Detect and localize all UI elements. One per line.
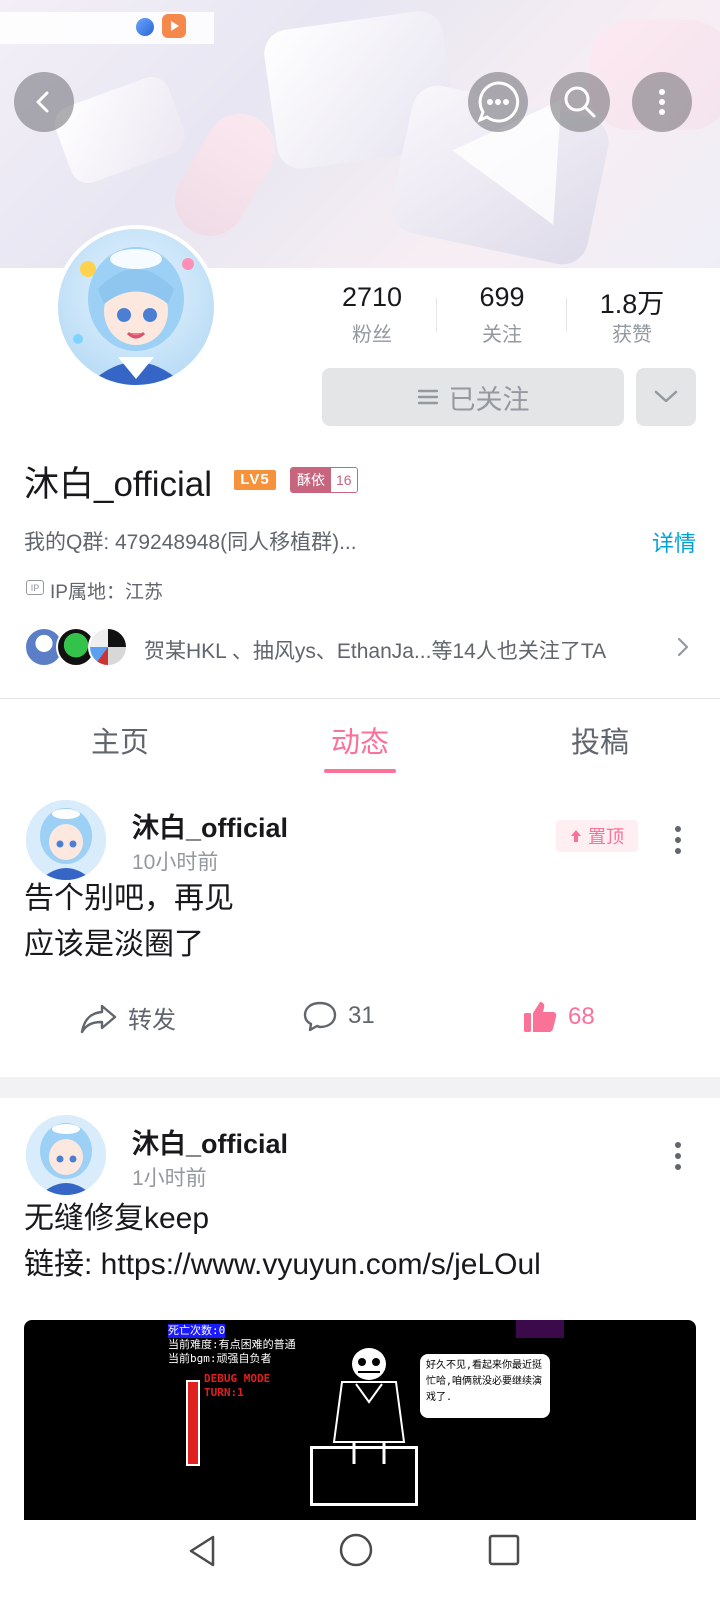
ip-location: IP属地：江苏 [50,582,163,603]
tab-uploads[interactable]: 投稿 [530,719,670,761]
follow-options-button[interactable] [636,368,696,426]
back-button[interactable] [14,72,74,132]
comment-count: 31 [348,1002,375,1029]
profile-name: 沐白_official [24,465,213,504]
game-deaths: 死亡次数:0 [168,1324,226,1338]
likes-count: 1.8万 [599,289,665,319]
message-bubble-icon [477,81,520,123]
status-bar-area [0,12,214,44]
game-turn: TURN:1 [204,1386,244,1399]
nav-home-icon[interactable] [338,1532,374,1568]
stat-divider [436,298,437,332]
pinned-badge: 置顶 [556,820,638,852]
medal-name: 酥依 [291,468,331,492]
post-content: 告个别吧，再见 应该是淡圈了 [24,882,234,961]
profile-tabs: 主页 动态 投稿 [0,698,720,778]
post-time: 1小时前 [132,1167,207,1190]
like-count: 68 [568,1003,595,1030]
post-author-name[interactable]: 沐白_official [132,806,288,845]
nav-recents-icon[interactable] [488,1534,520,1566]
tab-home[interactable]: 主页 [50,719,190,761]
search-button[interactable] [550,72,610,132]
ip-icon: IP [26,580,44,595]
game-bgm: 当前bgm:顽强自负者 [168,1352,272,1365]
video-app-notification-icon [162,14,186,38]
followers-count[interactable]: 2710 [312,282,432,313]
chevron-right-icon[interactable] [676,636,690,658]
system-nav-bar [0,1520,720,1600]
mutual-follower-avatar[interactable] [88,627,128,667]
mutual-followers-text[interactable]: 贺某HKL 、抽风ys、EthanJa...等14人也关注了TA [144,635,606,665]
game-battle-box [310,1446,418,1506]
arrow-up-icon [571,830,581,842]
fan-medal[interactable]: 酥依 16 [290,467,358,493]
like-button[interactable]: 68 [522,1000,595,1034]
post-more-button[interactable] [672,826,684,859]
followed-button[interactable]: 已关注 [322,368,624,426]
medal-level: 16 [331,468,357,492]
game-ui-box [516,1320,564,1338]
level-badge: LV5 [234,470,276,490]
details-link[interactable]: 详情 [652,526,696,558]
likes-label: 获赞 [612,324,652,346]
nav-back-icon[interactable] [186,1534,220,1568]
game-debug-mode: DEBUG MODE [204,1372,271,1385]
game-hp-bar [186,1380,200,1466]
repost-button[interactable]: 转发 [80,1000,176,1035]
game-debug: DEBUG MODE TURN:1 [204,1372,270,1400]
message-button[interactable] [468,72,528,132]
post-time: 10小时前 [132,851,219,874]
post-author-avatar[interactable] [26,800,106,880]
thumbs-up-icon [524,1002,557,1032]
chevron-left-icon [36,91,49,113]
chevron-down-icon [654,390,678,403]
comment-button[interactable]: 31 [302,1000,375,1032]
menu-lines-icon [417,389,438,405]
app-notification-icon [136,18,154,36]
avatar[interactable] [54,225,218,389]
post-more-button[interactable] [672,1142,684,1175]
game-difficulty: 当前难度:有点困难的普通 [168,1338,296,1351]
game-dialog: 好久不见,看起来你最近挺忙哈,咱俩就没必要继续演戏了. [420,1354,550,1418]
post-author-name[interactable]: 沐白_official [132,1122,288,1161]
pinned-label: 置顶 [588,827,624,847]
more-button[interactable] [632,72,692,132]
tab-dynamics[interactable]: 动态 [290,719,430,761]
vertical-dots-icon [659,89,665,115]
following-label[interactable]: 关注 [442,318,562,347]
share-arrow-icon [80,1004,117,1033]
followed-label: 已关注 [448,384,530,415]
post-content: 无缝修复keep 链接: https://www.vyuyun.com/s/je… [24,1202,541,1281]
followers-label[interactable]: 粉丝 [312,318,432,347]
comment-icon [303,1001,337,1032]
active-tab-indicator [324,769,396,773]
signature: 我的Q群: 479248948(同人移植群)... [24,531,357,554]
post-image[interactable]: 死亡次数:0 当前难度:有点困难的普通 当前bgm:顽强自负者 DEBUG MO… [24,1320,696,1520]
post-author-avatar[interactable] [26,1115,106,1195]
repost-label: 转发 [128,1007,176,1034]
search-icon [564,86,596,118]
game-stats: 死亡次数:0 当前难度:有点困难的普通 当前bgm:顽强自负者 [168,1324,296,1366]
stat-divider [566,298,567,332]
following-count[interactable]: 699 [442,282,562,313]
